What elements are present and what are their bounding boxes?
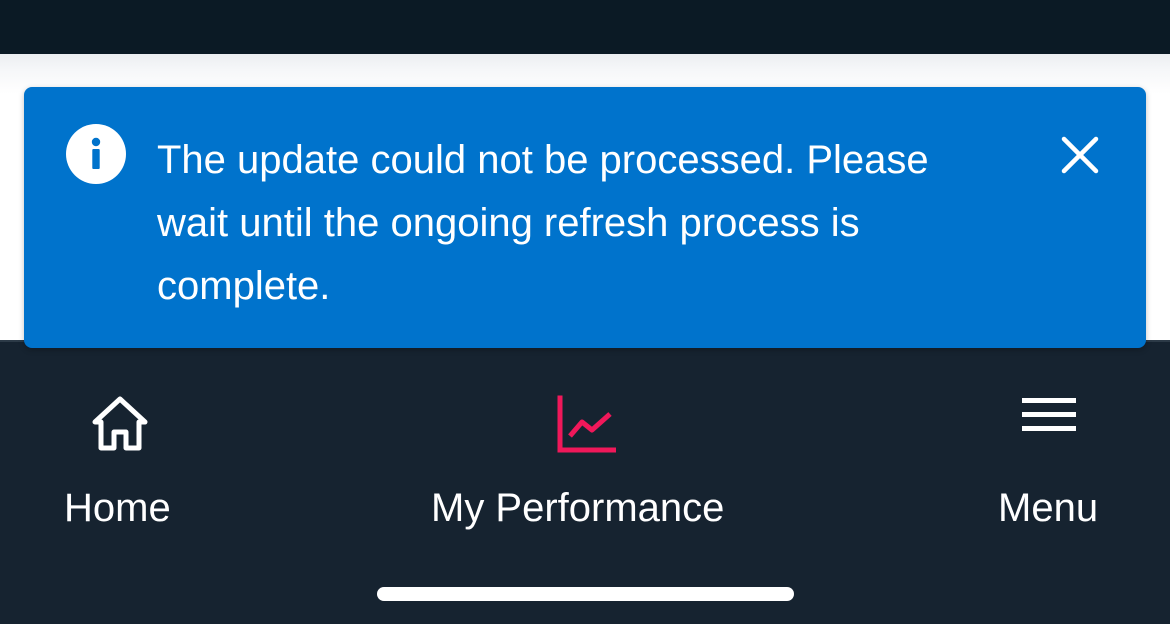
home-icon xyxy=(89,394,151,457)
hamburger-menu-icon xyxy=(1020,394,1078,439)
error-toast: The update could not be processed. Pleas… xyxy=(24,87,1146,348)
nav-item-home[interactable]: Home xyxy=(40,342,200,542)
nav-label-home: Home xyxy=(64,486,171,530)
nav-item-menu[interactable]: Menu xyxy=(980,342,1120,542)
home-indicator-bar[interactable] xyxy=(377,587,794,601)
toast-message: The update could not be processed. Pleas… xyxy=(157,138,929,308)
chart-line-icon xyxy=(556,394,617,459)
nav-label-my-performance: My Performance xyxy=(431,486,725,530)
nav-label-menu: Menu xyxy=(998,486,1099,530)
close-icon[interactable] xyxy=(1056,131,1104,179)
top-status-bar xyxy=(0,0,1170,54)
nav-item-my-performance[interactable]: My Performance xyxy=(400,342,770,542)
bottom-navigation: Home My Performance Menu xyxy=(0,340,1170,624)
info-icon xyxy=(66,124,126,184)
